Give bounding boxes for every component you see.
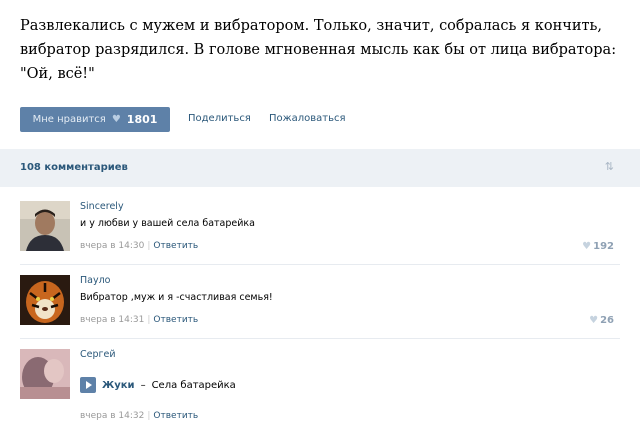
heart-icon: ♥: [111, 114, 121, 125]
avatar[interactable]: [20, 201, 70, 251]
reply-link[interactable]: Ответить: [153, 241, 198, 251]
report-link[interactable]: Пожаловаться: [269, 113, 346, 124]
comment-author[interactable]: Sincerely: [80, 201, 124, 212]
comment-meta: вчера в 14:30 | Ответить: [80, 241, 199, 251]
audio-dash: –: [140, 379, 146, 391]
comment-meta: вчера в 14:32 | Ответить: [80, 411, 199, 421]
comments-count: 108 комментариев: [20, 162, 128, 173]
comment-item: Sincerely и у любви у вашей села батарей…: [20, 201, 620, 261]
post-actions: Мне нравится ♥ 1801 Поделиться Пожаловат…: [20, 107, 620, 132]
reply-link[interactable]: Ответить: [153, 411, 198, 421]
comment-item: Пауло Вибратор ,муж и я -счастливая семь…: [20, 275, 620, 335]
avatar[interactable]: [20, 349, 70, 399]
comment-text: и у любви у вашей села батарейка: [80, 218, 255, 229]
audio-artist[interactable]: Жуки: [102, 380, 135, 391]
comment-like[interactable]: ♥ 192: [582, 241, 614, 252]
share-link[interactable]: Поделиться: [188, 113, 251, 124]
like-label: Мне нравится: [32, 114, 106, 125]
like-button[interactable]: Мне нравится ♥ 1801: [20, 107, 170, 132]
reply-link[interactable]: Ответить: [153, 315, 198, 325]
comment-author[interactable]: Пауло: [80, 275, 110, 286]
heart-icon: ♥: [582, 241, 592, 252]
comments-header: 108 комментариев ⇅: [0, 149, 640, 187]
comment-time[interactable]: вчера в 14:31: [80, 315, 144, 325]
play-icon[interactable]: [80, 377, 96, 393]
comment-time[interactable]: вчера в 14:30: [80, 241, 144, 251]
comment-meta: вчера в 14:31 | Ответить: [80, 315, 199, 325]
like-count: 1801: [126, 113, 158, 126]
comment-time[interactable]: вчера в 14:32: [80, 411, 144, 421]
comment-like[interactable]: ♥ 26: [589, 315, 614, 326]
comment-text: Вибратор ,муж и я -счастливая семья!: [80, 292, 273, 303]
audio-attachment: Жуки – Села батарейка: [80, 377, 236, 393]
heart-icon: ♥: [589, 315, 599, 326]
avatar[interactable]: [20, 275, 70, 325]
comment-item: Сергей Жуки – Села батарейка вчера в 14:…: [20, 349, 620, 429]
sort-arrows-icon[interactable]: ⇅: [605, 160, 614, 173]
post-text: Развлекались с мужем и вибратором. Тольк…: [20, 18, 617, 82]
audio-title: Села батарейка: [151, 379, 236, 391]
divider: [20, 338, 620, 339]
divider: [20, 264, 620, 265]
comment-like-count: 26: [600, 315, 614, 326]
comment-author[interactable]: Сергей: [80, 349, 116, 360]
comment-like-count: 192: [593, 241, 614, 252]
